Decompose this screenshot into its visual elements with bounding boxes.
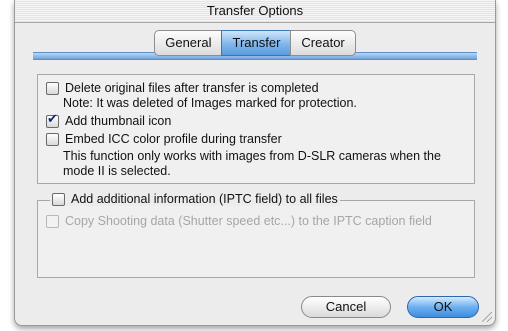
iptc-group: Add additional information (IPTC field) … <box>37 192 475 278</box>
add-thumbnail-check-box[interactable] <box>46 112 59 128</box>
transfer-options-group: Delete original files after transfer is … <box>37 74 475 184</box>
resize-grip-icon[interactable] <box>482 312 492 322</box>
copy-shooting-check-box[interactable] <box>46 214 59 228</box>
delete-original-label: Delete original files after transfer is … <box>65 81 319 95</box>
delete-original-check-box[interactable] <box>46 81 59 95</box>
delete-note: Note: It was deleted of Images marked fo… <box>63 96 357 110</box>
dialog-title: Transfer Options <box>15 0 495 23</box>
add-iptc-checkbox[interactable]: Add additional information (IPTC field) … <box>50 192 340 206</box>
icc-note-line1: This function only works with images fro… <box>63 149 441 163</box>
copy-shooting-checkbox[interactable]: Copy Shooting data (Shutter speed etc...… <box>46 214 432 228</box>
tab-creator[interactable]: Creator <box>290 30 356 56</box>
add-iptc-label: Add additional information (IPTC field) … <box>71 192 338 206</box>
cancel-button[interactable]: Cancel <box>301 296 391 318</box>
embed-icc-check-box[interactable] <box>46 132 59 146</box>
tab-general[interactable]: General <box>154 30 223 56</box>
add-thumbnail-label: Add thumbnail icon <box>65 114 172 128</box>
embed-icc-label: Embed ICC color profile during transfer <box>65 132 282 146</box>
tab-transfer[interactable]: Transfer <box>221 30 292 56</box>
add-thumbnail-checkbox[interactable]: Add thumbnail icon <box>46 112 172 128</box>
transfer-options-dialog: Transfer Options General Transfer Creato… <box>14 0 496 326</box>
embed-icc-checkbox[interactable]: Embed ICC color profile during transfer <box>46 132 282 146</box>
add-iptc-check-box[interactable] <box>52 192 65 206</box>
tab-strip: General Transfer Creator <box>15 30 495 62</box>
copy-shooting-label: Copy Shooting data (Shutter speed etc...… <box>65 214 432 228</box>
delete-original-checkbox[interactable]: Delete original files after transfer is … <box>46 81 319 95</box>
ok-button[interactable]: OK <box>407 296 479 318</box>
icc-note-line2: mode II is selected. <box>63 164 171 178</box>
